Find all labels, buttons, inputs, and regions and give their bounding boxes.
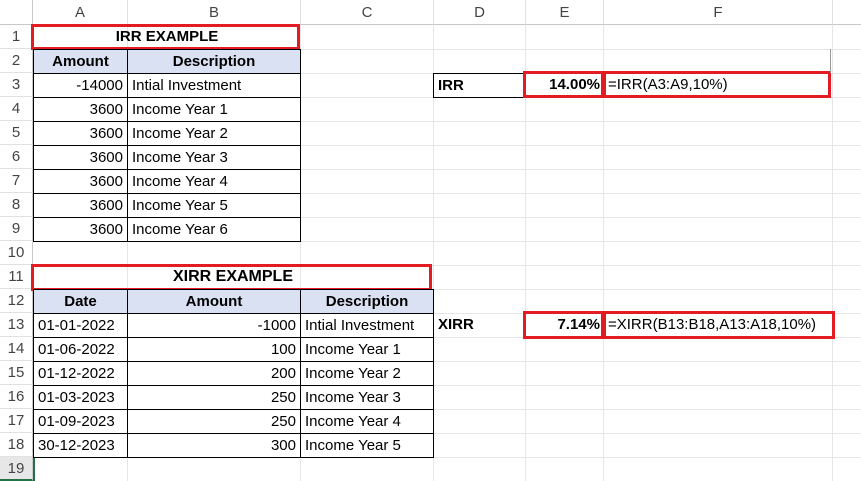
irr-amount-cell[interactable]: 3600 [33, 121, 128, 146]
xirr-description-cell[interactable]: Intial Investment [300, 313, 434, 338]
irr-description-cell[interactable]: Income Year 5 [127, 193, 301, 218]
column-header-g[interactable] [833, 0, 861, 25]
xirr-date-cell[interactable]: 01-01-2022 [33, 313, 128, 338]
xirr-date-cell[interactable]: 01-03-2023 [33, 385, 128, 410]
xirr-date-cell[interactable]: 01-09-2023 [33, 409, 128, 434]
xirr-amount-cell[interactable]: -1000 [127, 313, 301, 338]
xirr-description-cell[interactable]: Income Year 5 [300, 433, 434, 458]
xirr-description-cell[interactable]: Income Year 1 [300, 337, 434, 362]
row-header-4[interactable]: 4 [0, 97, 33, 121]
row-header-18[interactable]: 18 [0, 433, 33, 457]
irr-description-cell[interactable]: Income Year 6 [127, 217, 301, 242]
irr-result-highlight [523, 71, 604, 98]
row-header-17[interactable]: 17 [0, 409, 33, 433]
irr-description-cell[interactable]: Intial Investment [127, 73, 301, 98]
xirr-title-highlight [31, 264, 432, 291]
column-header-b[interactable]: B [128, 0, 301, 25]
irr-amount-cell[interactable]: 3600 [33, 217, 128, 242]
xirr-description-cell[interactable]: Income Year 4 [300, 409, 434, 434]
xirr-amount-cell[interactable]: 250 [127, 409, 301, 434]
column-header-a[interactable]: A [33, 0, 128, 25]
irr-amount-cell[interactable]: 3600 [33, 193, 128, 218]
xirr-label[interactable]: XIRR [434, 313, 526, 337]
xirr-formula-highlight [603, 311, 835, 339]
row-header-12[interactable]: 12 [0, 289, 33, 313]
row-header-9[interactable]: 9 [0, 217, 33, 241]
xirr-result-highlight [523, 311, 604, 339]
xirr-header-date[interactable]: Date [33, 289, 128, 314]
row-header-11[interactable]: 11 [0, 265, 33, 289]
irr-description-cell[interactable]: Income Year 4 [127, 169, 301, 194]
column-header-d[interactable]: D [434, 0, 526, 25]
row-header-14[interactable]: 14 [0, 337, 33, 361]
column-f-edge-mark [830, 49, 831, 73]
row-header-2[interactable]: 2 [0, 49, 33, 73]
row-header-13[interactable]: 13 [0, 313, 33, 337]
irr-description-cell[interactable]: Income Year 1 [127, 97, 301, 122]
row-header-7[interactable]: 7 [0, 169, 33, 193]
row-header-6[interactable]: 6 [0, 145, 33, 169]
active-cell-marker [33, 458, 35, 481]
xirr-header-description[interactable]: Description [300, 289, 434, 314]
row-header-1[interactable]: 1 [0, 25, 33, 49]
xirr-amount-cell[interactable]: 300 [127, 433, 301, 458]
xirr-amount-cell[interactable]: 250 [127, 385, 301, 410]
row-header-5[interactable]: 5 [0, 121, 33, 145]
irr-description-cell[interactable]: Income Year 2 [127, 121, 301, 146]
irr-header-description[interactable]: Description [127, 49, 301, 74]
xirr-amount-cell[interactable]: 200 [127, 361, 301, 386]
xirr-description-cell[interactable]: Income Year 3 [300, 385, 434, 410]
xirr-header-amount[interactable]: Amount [127, 289, 301, 314]
irr-title-highlight [31, 24, 300, 50]
row-header-19[interactable]: 19 [0, 457, 33, 481]
column-header-c[interactable]: C [301, 0, 434, 25]
row-header-8[interactable]: 8 [0, 193, 33, 217]
xirr-date-cell[interactable]: 01-12-2022 [33, 361, 128, 386]
irr-amount-cell[interactable]: 3600 [33, 97, 128, 122]
select-all-corner[interactable] [0, 0, 33, 25]
irr-header-amount[interactable]: Amount [33, 49, 128, 74]
irr-amount-cell[interactable]: 3600 [33, 169, 128, 194]
row-header-3[interactable]: 3 [0, 73, 33, 97]
irr-amount-cell[interactable]: -14000 [33, 73, 128, 98]
xirr-date-cell[interactable]: 30-12-2023 [33, 433, 128, 458]
irr-formula-highlight [603, 71, 831, 98]
irr-amount-cell[interactable]: 3600 [33, 145, 128, 170]
column-header-f[interactable]: F [604, 0, 833, 25]
row-header-16[interactable]: 16 [0, 385, 33, 409]
irr-label[interactable]: IRR [433, 73, 526, 98]
xirr-amount-cell[interactable]: 100 [127, 337, 301, 362]
xirr-description-cell[interactable]: Income Year 2 [300, 361, 434, 386]
column-header-e[interactable]: E [526, 0, 604, 25]
row-header-15[interactable]: 15 [0, 361, 33, 385]
irr-description-cell[interactable]: Income Year 3 [127, 145, 301, 170]
row-header-10[interactable]: 10 [0, 241, 33, 265]
xirr-date-cell[interactable]: 01-06-2022 [33, 337, 128, 362]
